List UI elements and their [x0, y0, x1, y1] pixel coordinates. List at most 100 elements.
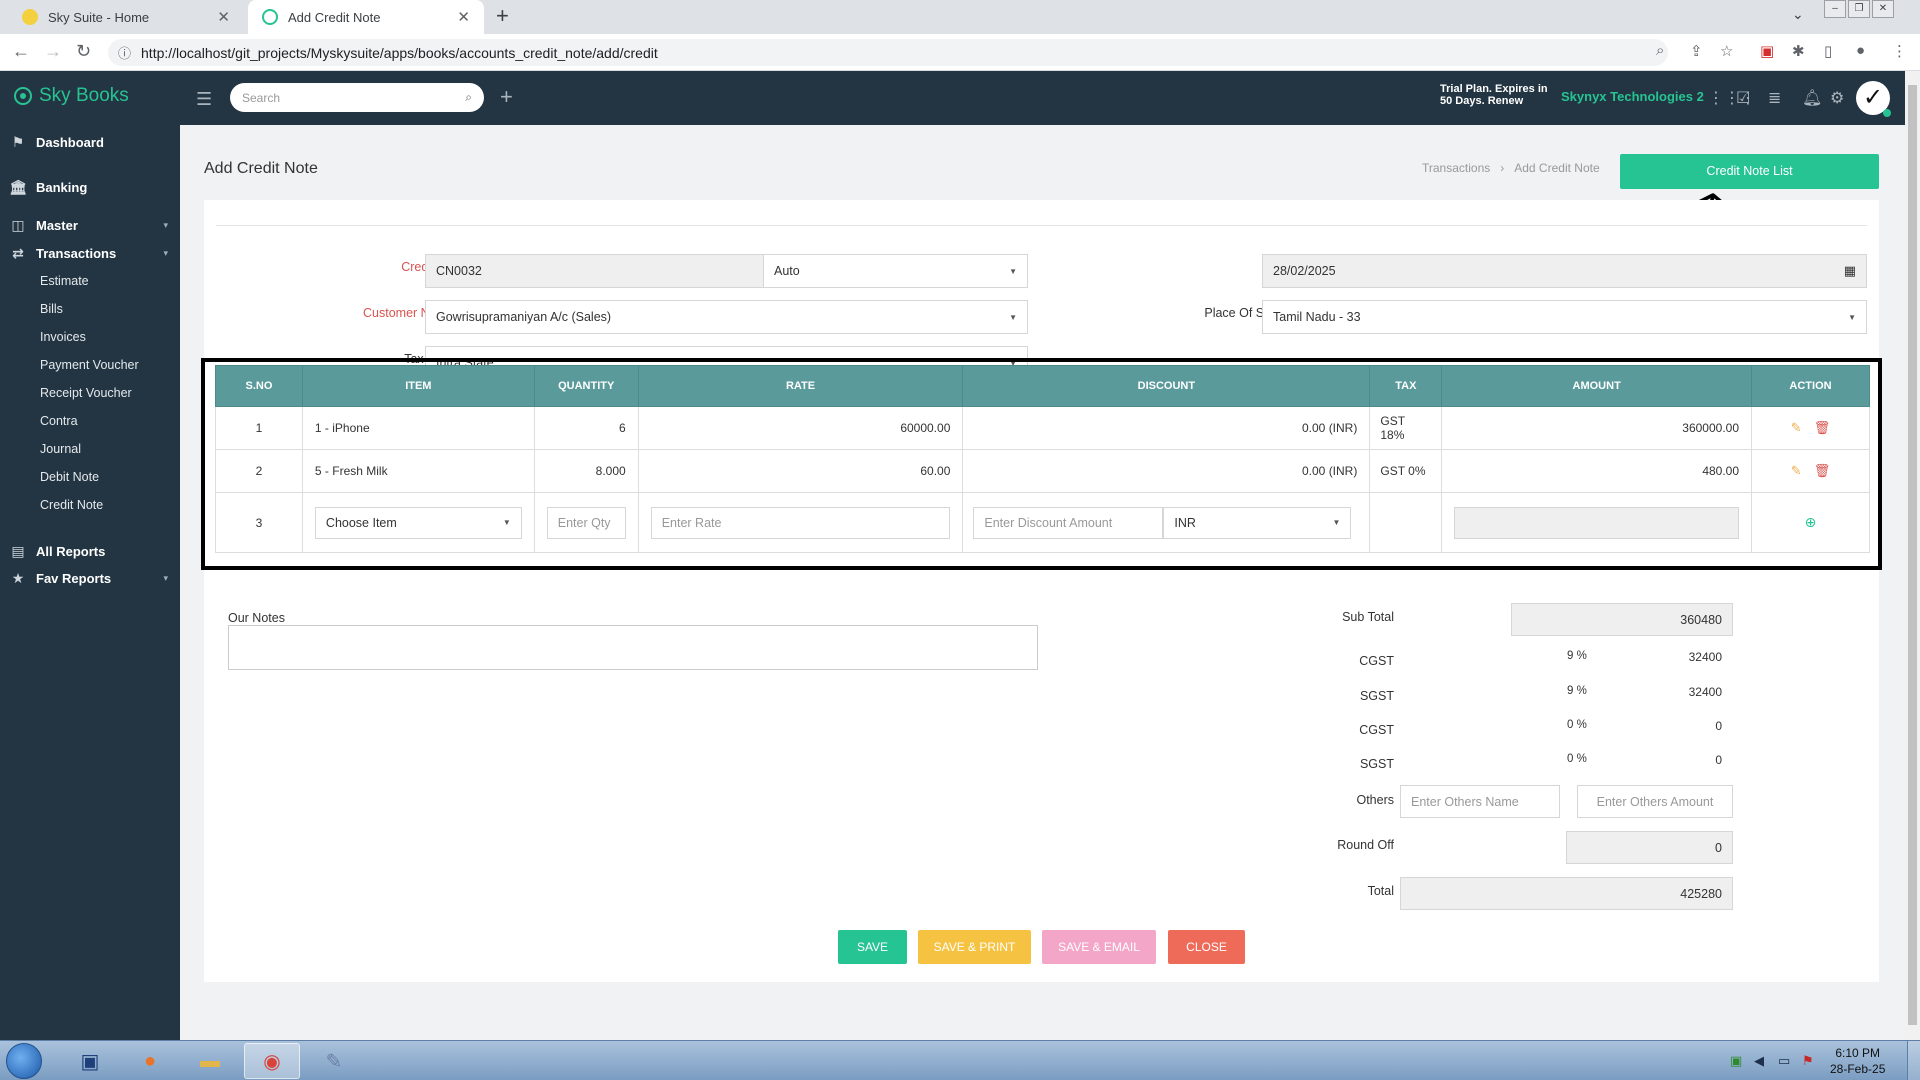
trash-icon[interactable]: 🗑︎	[1814, 420, 1831, 436]
profile-icon[interactable]: ●	[1856, 42, 1865, 59]
credit-no-field[interactable]: CN0032	[425, 254, 765, 288]
save-button[interactable]: SAVE	[838, 930, 907, 964]
round-off-field[interactable]: 0	[1566, 831, 1733, 864]
sidebar-item-credit-note[interactable]: Credit Note	[40, 498, 103, 512]
currency-select[interactable]: INR ▼	[1163, 506, 1352, 539]
cell-rate: 60000.00	[637, 406, 964, 450]
sidebar-item-invoices[interactable]: Invoices	[40, 330, 86, 344]
calendar-icon[interactable]: ▦	[1844, 263, 1856, 279]
sidebar-item-debit-note[interactable]: Debit Note	[40, 470, 99, 484]
url-input[interactable]: ⓘ http://localhost/git_projects/Myskysui…	[108, 39, 1668, 66]
pdf-extension-icon[interactable]: ▣	[1760, 42, 1774, 60]
notes-textarea[interactable]	[228, 625, 1038, 670]
cell-amount: 360000.00	[1441, 406, 1753, 450]
col-quantity: QUANTITY	[533, 365, 639, 407]
sidebar-item-label: Banking	[36, 179, 88, 195]
browser-tab-home[interactable]: Sky Suite - Home ✕	[8, 0, 244, 34]
sidebar-item-estimate[interactable]: Estimate	[40, 274, 89, 288]
taskbar-firefox-icon[interactable]: ●	[122, 1043, 178, 1079]
share-icon[interactable]: ⇪	[1690, 42, 1703, 60]
date-field[interactable]: 28/02/2025 ▦	[1262, 254, 1867, 288]
qty-input[interactable]: Enter Qty	[546, 506, 626, 539]
add-row-icon[interactable]: ⊕	[1805, 514, 1817, 531]
bell-icon[interactable]: 🔔︎	[1802, 88, 1822, 108]
search-icon[interactable]: ⌕	[465, 90, 472, 105]
brand-logo[interactable]: Sky Books	[14, 85, 129, 107]
sidebar-item-journal[interactable]: Journal	[40, 442, 81, 456]
sidebar-item-master[interactable]: ◫ Master ▾	[0, 213, 180, 237]
save-email-button[interactable]: SAVE & EMAIL	[1042, 930, 1156, 964]
quick-add-icon[interactable]: +	[500, 84, 513, 110]
flag-tray-icon[interactable]: ⚑	[1802, 1053, 1814, 1069]
forward-icon[interactable]: →	[44, 41, 62, 62]
customer-name-select[interactable]: Gowrisupramaniyan A/c (Sales) ▼	[425, 300, 1028, 334]
site-info-icon[interactable]: ⓘ	[118, 43, 131, 62]
new-tab-icon[interactable]: +	[496, 3, 509, 29]
cell-discount: 0.00 (INR)	[962, 449, 1371, 493]
close-button[interactable]: CLOSE	[1168, 930, 1245, 964]
menu-toggle-icon[interactable]: ☰	[196, 89, 212, 110]
zoom-icon[interactable]: ⌕	[1656, 42, 1664, 59]
restore-icon[interactable]: ❐	[1848, 0, 1870, 18]
discount-input[interactable]: Enter Discount Amount	[973, 506, 1164, 539]
others-name-input[interactable]: Enter Others Name	[1400, 785, 1560, 818]
save-print-button[interactable]: SAVE & PRINT	[918, 930, 1031, 964]
scrollbar-thumb[interactable]	[1908, 85, 1917, 1025]
caret-down-icon: ▼	[1009, 266, 1017, 276]
browser-tab-add-credit-note[interactable]: Add Credit Note ✕	[248, 0, 484, 34]
volume-tray-icon[interactable]: ◀	[1754, 1053, 1764, 1069]
trial-notice[interactable]: Trial Plan. Expires in 50 Days. Renew	[1440, 83, 1548, 107]
bookmark-star-icon[interactable]: ☆	[1720, 42, 1733, 60]
cell-item: 1 - iPhone	[301, 406, 535, 450]
page-scrollbar[interactable]	[1905, 71, 1920, 1040]
browser-tab-bar: Sky Suite - Home ✕ Add Credit Note ✕ + ⌄…	[0, 0, 1920, 34]
taskbar-folder-icon[interactable]: ▬	[182, 1043, 238, 1079]
browser-menu-icon[interactable]: ⋮	[1892, 42, 1907, 60]
window-close-icon[interactable]: ✕	[1872, 0, 1894, 18]
place-of-supply-select[interactable]: Tamil Nadu - 33 ▼	[1262, 300, 1867, 334]
edit-icon[interactable]: ✎	[1791, 420, 1802, 436]
sidebar-item-bills[interactable]: Bills	[40, 302, 63, 316]
others-label: Others	[1356, 793, 1394, 807]
extensions-icon[interactable]: ✱	[1792, 42, 1805, 60]
edit-icon[interactable]: ✎	[1791, 463, 1802, 479]
sidebar-item-fav-reports[interactable]: ★ Fav Reports ▾	[0, 566, 180, 590]
tasks-check-icon[interactable]: ☑	[1736, 88, 1750, 108]
close-icon[interactable]: ✕	[217, 8, 230, 26]
gear-icon[interactable]: ⚙	[1830, 88, 1844, 108]
taskbar-chrome-icon[interactable]: ◉	[244, 1043, 300, 1079]
numbering-select[interactable]: Auto ▼	[763, 254, 1028, 288]
sidebar-item-contra[interactable]: Contra	[40, 414, 78, 428]
cell-quantity: 6	[533, 406, 639, 450]
sidebar-item-all-reports[interactable]: ▤ All Reports	[0, 539, 180, 563]
sidebar-item-payment-voucher[interactable]: Payment Voucher	[40, 358, 139, 372]
trash-icon[interactable]: 🗑︎	[1814, 463, 1831, 479]
company-name[interactable]: Skynyx Technologies 2	[1561, 89, 1704, 104]
breadcrumb-transactions[interactable]: Transactions	[1422, 161, 1490, 175]
sidebar-item-receipt-voucher[interactable]: Receipt Voucher	[40, 386, 132, 400]
list-icon[interactable]: ≣	[1768, 88, 1781, 108]
taskbar-clock[interactable]: 6:10 PM 28-Feb-25	[1830, 1045, 1885, 1077]
network-tray-icon[interactable]: ▣	[1730, 1053, 1742, 1069]
choose-item-select[interactable]: Choose Item ▼	[314, 506, 522, 539]
others-amount-input[interactable]: Enter Others Amount	[1577, 785, 1733, 818]
side-panel-icon[interactable]: ▯	[1824, 42, 1832, 60]
sidebar-item-dashboard[interactable]: ⚑ Dashboard	[0, 130, 180, 154]
tab-search-chevron-icon[interactable]: ⌄	[1792, 6, 1804, 23]
minimize-icon[interactable]: –	[1824, 0, 1846, 18]
credit-note-list-button[interactable]: Credit Note List	[1620, 154, 1879, 189]
reload-icon[interactable]: ↻	[76, 41, 91, 62]
sidebar-item-label: Master	[36, 217, 78, 233]
search-input[interactable]: Search ⌕	[230, 83, 484, 112]
sidebar-item-banking[interactable]: 🏛︎ Banking	[0, 175, 180, 199]
taskbar-paint-icon[interactable]: ✎	[306, 1043, 362, 1079]
sun-favicon-icon	[22, 9, 38, 25]
show-desktop-button[interactable]	[1907, 1041, 1920, 1080]
sidebar-item-transactions[interactable]: ⇄ Transactions ▾	[0, 241, 180, 265]
start-button[interactable]	[6, 1043, 42, 1079]
display-tray-icon[interactable]: ▭	[1778, 1053, 1790, 1069]
close-icon[interactable]: ✕	[457, 8, 470, 26]
taskbar-app-window[interactable]: ▣	[62, 1043, 118, 1079]
rate-input[interactable]: Enter Rate	[650, 506, 951, 539]
back-icon[interactable]: ←	[12, 41, 30, 62]
